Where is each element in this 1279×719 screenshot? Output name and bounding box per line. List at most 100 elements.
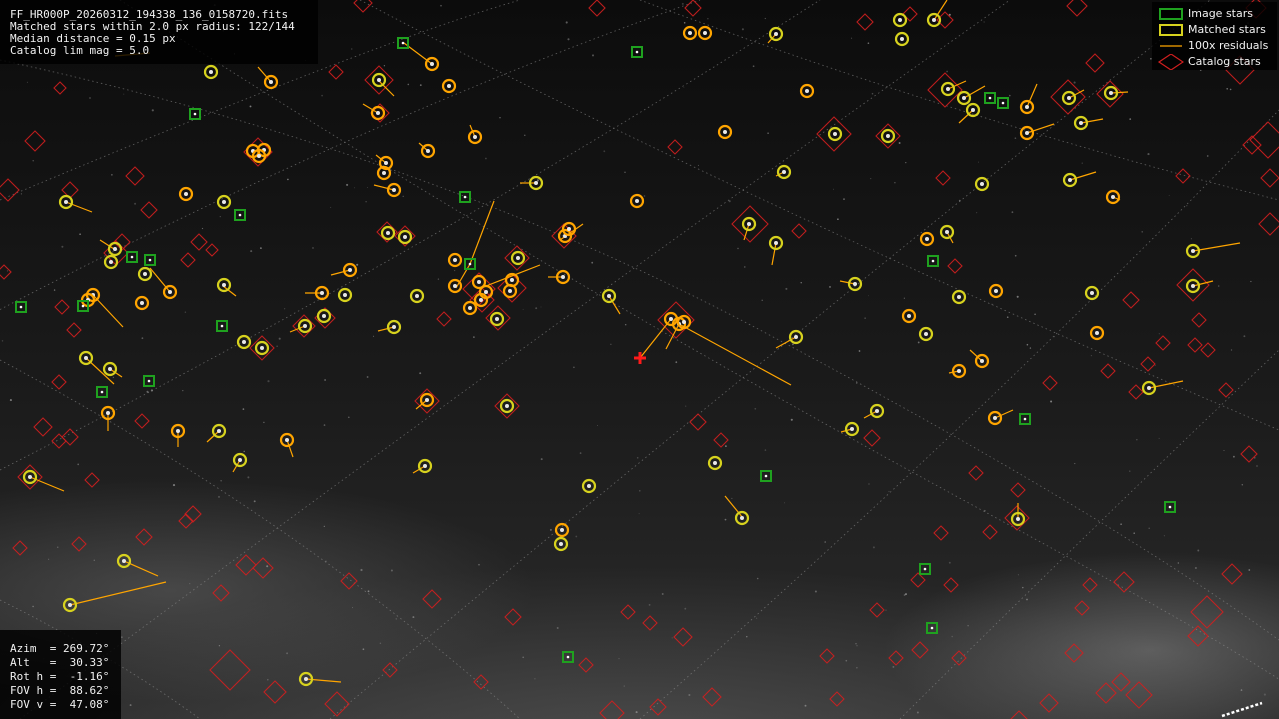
background-star: [567, 38, 570, 41]
background-star: [790, 418, 793, 421]
background-star: [61, 245, 64, 248]
background-star: [610, 343, 612, 345]
catalog-star-icon: [1191, 312, 1207, 328]
matched-star-core: [932, 18, 936, 22]
background-star: [858, 350, 861, 352]
legend-item-catalog-stars: Catalog stars: [1152, 54, 1277, 70]
matched-star-core: [971, 108, 975, 112]
catalog-star-icon: [1260, 168, 1279, 188]
matched-star-core: [1025, 105, 1029, 109]
background-star: [829, 285, 831, 288]
background-star: [1217, 285, 1220, 287]
catalog-star-icon: [1064, 643, 1084, 663]
catalog-star-icon: [1221, 563, 1243, 585]
matched-star-core: [64, 200, 68, 204]
catalog-star-icon: [856, 13, 874, 31]
catalog-star-icon: [178, 513, 194, 529]
catalog-star-icon: [324, 691, 350, 717]
legend-item-image-stars: Image stars: [1152, 6, 1277, 22]
background-star: [1050, 400, 1053, 403]
matched-star-core: [423, 464, 427, 468]
matched-star-core: [508, 289, 512, 293]
image-star-core: [468, 262, 472, 266]
background-star: [791, 343, 794, 346]
orange-line-icon: [1160, 45, 1182, 47]
matched-star-core: [946, 87, 950, 91]
background-star: [871, 92, 874, 95]
background-star: [276, 345, 278, 347]
legend-label-matched-stars: Matched stars: [1188, 23, 1266, 36]
background-star: [591, 54, 595, 57]
background-star: [1190, 238, 1192, 240]
catalog-star-icon: [819, 648, 835, 664]
matched-star-core: [484, 290, 488, 294]
background-star: [383, 65, 386, 67]
catalog-star-icon: [1085, 53, 1105, 73]
background-star: [565, 21, 568, 24]
catalog-star-icon: [1122, 291, 1140, 309]
background-star: [220, 480, 222, 482]
background-star: [707, 18, 709, 20]
matched-star-core: [1067, 96, 1071, 100]
background-star: [217, 495, 221, 498]
background-star: [535, 307, 538, 310]
background-star: [352, 607, 354, 609]
legend-label-image-stars: Image stars: [1188, 7, 1253, 20]
background-star: [151, 109, 154, 112]
matched-star-core: [875, 409, 879, 413]
sky-plot: FF_HR000P_20260312_194338_136_0158720.fi…: [0, 0, 1279, 719]
catalog-star-icon: [1095, 682, 1117, 704]
background-star: [53, 289, 56, 291]
background-star: [648, 603, 651, 606]
background-star: [948, 561, 951, 564]
catalog-star-icon: [947, 258, 963, 274]
catalog-star-icon: [1187, 337, 1203, 353]
catalog-star-icon: [1100, 363, 1116, 379]
matched-star-core: [559, 542, 563, 546]
background-star: [1154, 364, 1156, 366]
catalog-star-icon: [910, 572, 926, 588]
catalog-star-icon: [588, 0, 606, 17]
background-star: [916, 711, 919, 714]
image-star-core: [923, 567, 927, 571]
matched-star-core: [376, 111, 380, 115]
matched-star-core: [122, 559, 126, 563]
background-star: [761, 299, 763, 302]
matched-star-core: [560, 528, 564, 532]
residual-line: [839, 280, 856, 285]
fov-vertical-text: FOV v = 47.08°: [10, 698, 110, 711]
image-star-core: [147, 379, 151, 383]
background-star: [892, 665, 895, 668]
background-star: [591, 261, 594, 264]
azimuth-text: Azim = 269.72°: [10, 642, 110, 655]
catalog-star-icon: [24, 130, 46, 152]
background-star: [1256, 465, 1258, 467]
residual-line: [947, 80, 967, 90]
catalog-star-icon: [504, 608, 522, 626]
background-star: [412, 616, 415, 619]
matched-star-core: [669, 317, 673, 321]
catalog-star-icon: [1042, 375, 1058, 391]
background-star: [1016, 295, 1019, 298]
background-star: [121, 636, 123, 638]
matched-star-core: [924, 332, 928, 336]
catalog-star-icon: [209, 649, 251, 691]
background-star: [9, 399, 12, 402]
image-star-core: [566, 655, 570, 659]
catalog-star-icon: [1111, 672, 1131, 692]
matched-star-core: [479, 298, 483, 302]
background-star: [683, 86, 685, 88]
matched-star-core: [945, 230, 949, 234]
residual-line: [377, 326, 395, 332]
matched-star-core: [477, 280, 481, 284]
background-star: [905, 162, 907, 164]
matched-star-core: [516, 256, 520, 260]
background-star: [675, 361, 678, 364]
matched-star-core: [269, 80, 273, 84]
horizon-light: [1221, 701, 1263, 718]
residual-line: [724, 495, 744, 519]
background-star: [278, 337, 281, 340]
catalog-star-icon: [935, 170, 951, 186]
legend-label-catalog-stars: Catalog stars: [1188, 55, 1261, 68]
background-star: [1017, 574, 1019, 576]
